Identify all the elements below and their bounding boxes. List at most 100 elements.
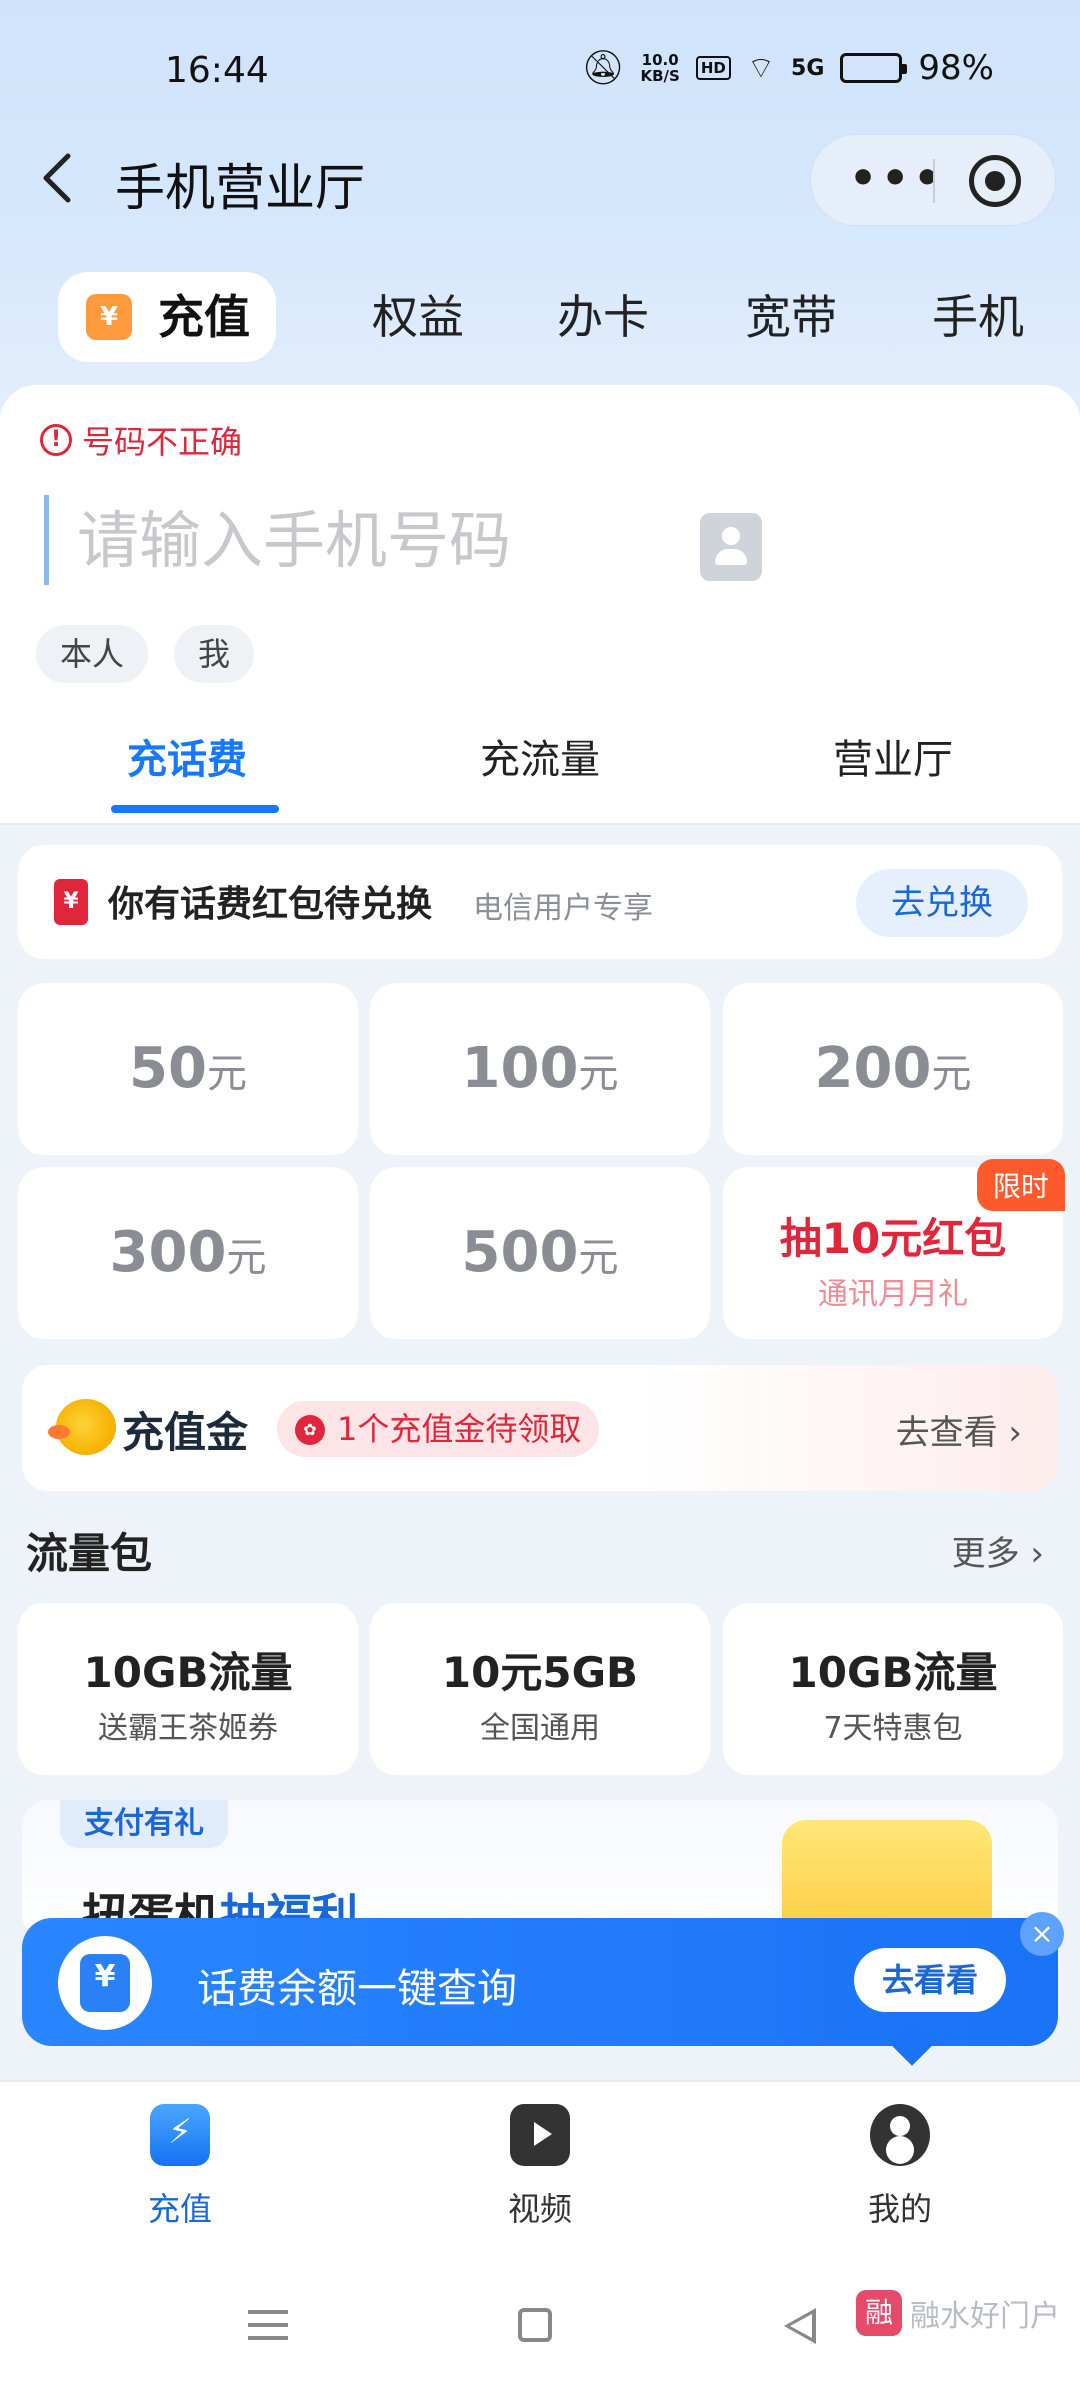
recharge-gold-pill-text: 1个充值金待领取 bbox=[337, 1410, 582, 1448]
data-packages-more-link[interactable]: 更多 › bbox=[952, 1526, 1044, 1575]
amount-value: 500 bbox=[461, 1220, 579, 1285]
package-name: 10GB流量 bbox=[83, 1648, 293, 1697]
mute-icon: 🔕︎ bbox=[581, 48, 625, 88]
nav-item-mine[interactable]: 我的 bbox=[800, 2104, 1000, 2230]
profile-icon bbox=[870, 2104, 930, 2166]
promo-subtitle: 通讯月月礼 bbox=[818, 1277, 968, 1312]
nav-label: 我的 bbox=[867, 2190, 932, 2228]
tab-data-recharge[interactable]: 充流量 bbox=[360, 705, 720, 815]
data-package-card[interactable]: 10GB流量 7天特惠包 bbox=[723, 1603, 1063, 1775]
signal-icon: 5G bbox=[791, 55, 825, 81]
phone-number-input[interactable] bbox=[44, 495, 664, 585]
data-package-card[interactable]: 10元5GB 全国通用 bbox=[370, 1603, 710, 1775]
capsule-divider bbox=[933, 159, 935, 203]
red-envelope-title: 你有话费红包待兑换 bbox=[108, 884, 433, 925]
chip-me[interactable]: 我 bbox=[174, 625, 255, 683]
nav-item-video[interactable]: 视频 bbox=[440, 2104, 640, 2230]
recharge-type-tabs: 充话费 充流量 营业厅 bbox=[0, 705, 1080, 825]
amount-unit: 元 bbox=[578, 1235, 619, 1281]
package-desc: 送霸王茶姬券 bbox=[98, 1711, 278, 1746]
battery-percent: 98% bbox=[918, 48, 994, 88]
phone-error-message: ! 号码不正确 bbox=[40, 417, 242, 463]
package-name: 10元5GB bbox=[441, 1648, 639, 1697]
limited-time-tag: 限时 bbox=[976, 1159, 1065, 1211]
status-time: 16:44 bbox=[165, 50, 269, 91]
amount-option[interactable]: 300元 bbox=[18, 1167, 358, 1339]
bottom-navigation: 充值 视频 我的 bbox=[0, 2080, 1080, 2250]
recharge-gold-brand: 充值金 bbox=[122, 1408, 249, 1457]
app-header: 手机营业厅 ••• bbox=[0, 130, 1080, 230]
promo-title: 抽10元红包 bbox=[779, 1214, 1007, 1263]
promo-red-envelope-option[interactable]: 限时 抽10元红包 通讯月月礼 bbox=[723, 1159, 1065, 1339]
recharge-gold-row[interactable]: 充值金 ✿ 1个充值金待领取 去查看 › bbox=[22, 1365, 1058, 1491]
recharge-tab-icon: ¥ bbox=[86, 294, 132, 340]
balance-query-text: 话费余额一键查询 bbox=[197, 1966, 517, 2012]
tab-recharge[interactable]: ¥ 充值 bbox=[58, 272, 276, 362]
package-desc: 7天特惠包 bbox=[823, 1711, 963, 1746]
tab-label: 充值 bbox=[158, 290, 250, 344]
net-speed-unit: KB/S bbox=[640, 67, 680, 85]
watermark-text: 融水好门户 bbox=[910, 2299, 1060, 2334]
battery-icon bbox=[840, 53, 908, 83]
video-icon bbox=[510, 2104, 570, 2166]
tab-phone[interactable]: 手机 bbox=[932, 272, 1024, 362]
amount-unit: 元 bbox=[578, 1051, 619, 1097]
view-balance-button[interactable]: 去看看 bbox=[854, 1948, 1006, 2012]
tab-phone-bill-label: 充话费 bbox=[127, 737, 247, 783]
system-navigation-bar: 融 融水好门户 bbox=[0, 2250, 1080, 2400]
banner-badge: 支付有礼 bbox=[60, 1800, 228, 1848]
amount-unit: 元 bbox=[206, 1051, 247, 1097]
tab-service-hall[interactable]: 营业厅 bbox=[713, 705, 1073, 815]
nav-item-recharge[interactable]: 充值 bbox=[80, 2104, 280, 2230]
amount-value: 300 bbox=[109, 1220, 227, 1285]
amount-option[interactable]: 200元 bbox=[723, 983, 1063, 1155]
tab-sim-card[interactable]: 办卡 bbox=[557, 272, 649, 362]
amount-option[interactable]: 500元 bbox=[370, 1167, 710, 1339]
nav-label: 充值 bbox=[147, 2190, 212, 2228]
amount-unit: 元 bbox=[931, 1051, 972, 1097]
amount-unit: 元 bbox=[226, 1235, 267, 1281]
back-arrow-icon[interactable] bbox=[30, 148, 90, 208]
amount-option[interactable]: 50元 bbox=[18, 983, 358, 1155]
amount-value: 200 bbox=[814, 1036, 932, 1101]
duck-mascot-icon bbox=[48, 1399, 116, 1455]
active-tab-indicator bbox=[111, 805, 279, 813]
system-back-icon[interactable] bbox=[784, 2308, 816, 2344]
nav-label: 视频 bbox=[507, 2190, 572, 2228]
package-desc: 全国通用 bbox=[480, 1711, 600, 1746]
hd-badge: HD bbox=[695, 56, 731, 80]
popup-pointer bbox=[892, 2026, 932, 2066]
home-icon[interactable] bbox=[518, 2308, 552, 2342]
red-envelope-banner: ¥ 你有话费红包待兑换 电信用户专享 去兑换 bbox=[18, 845, 1062, 959]
amount-value: 50 bbox=[129, 1036, 207, 1101]
data-package-card[interactable]: 10GB流量 送霸王茶姬券 bbox=[18, 1603, 358, 1775]
net-speed: 10.0 KB/S bbox=[640, 52, 679, 84]
contacts-icon[interactable] bbox=[700, 513, 762, 581]
error-text: 号码不正确 bbox=[82, 423, 243, 461]
view-gold-link[interactable]: 去查看 › bbox=[896, 1405, 1022, 1454]
more-icon[interactable]: ••• bbox=[849, 157, 945, 201]
miniapp-capsule: ••• bbox=[810, 134, 1056, 226]
balance-query-bar[interactable]: 话费余额一键查询 去看看 × bbox=[22, 1912, 1064, 2066]
recharge-panel: ! 号码不正确 本人 我 充话费 充流量 营业厅 bbox=[0, 385, 1080, 825]
wallet-icon bbox=[58, 1936, 152, 2030]
flower-icon: ✿ bbox=[295, 1415, 325, 1445]
charge-icon bbox=[150, 2104, 210, 2166]
error-icon: ! bbox=[40, 424, 72, 456]
watermark: 融 融水好门户 bbox=[856, 2290, 1060, 2336]
chip-self[interactable]: 本人 bbox=[36, 625, 149, 683]
close-icon[interactable]: × bbox=[1020, 1912, 1064, 1956]
tab-broadband[interactable]: 宽带 bbox=[745, 272, 837, 362]
red-envelope-subtitle: 电信用户专享 bbox=[473, 891, 653, 926]
tab-phone-bill[interactable]: 充话费 bbox=[7, 705, 367, 815]
tab-benefits[interactable]: 权益 bbox=[372, 272, 464, 362]
data-packages-title: 流量包 bbox=[26, 1529, 153, 1578]
amount-value: 100 bbox=[461, 1036, 579, 1101]
package-name: 10GB流量 bbox=[788, 1648, 998, 1697]
wifi-icon: ⌔ bbox=[746, 51, 776, 86]
close-miniapp-icon[interactable] bbox=[969, 155, 1021, 207]
recharge-gold-pill: ✿ 1个充值金待领取 bbox=[277, 1401, 600, 1457]
amount-option[interactable]: 100元 bbox=[370, 983, 710, 1155]
redeem-button[interactable]: 去兑换 bbox=[856, 869, 1028, 937]
recent-apps-icon[interactable] bbox=[248, 2310, 288, 2340]
